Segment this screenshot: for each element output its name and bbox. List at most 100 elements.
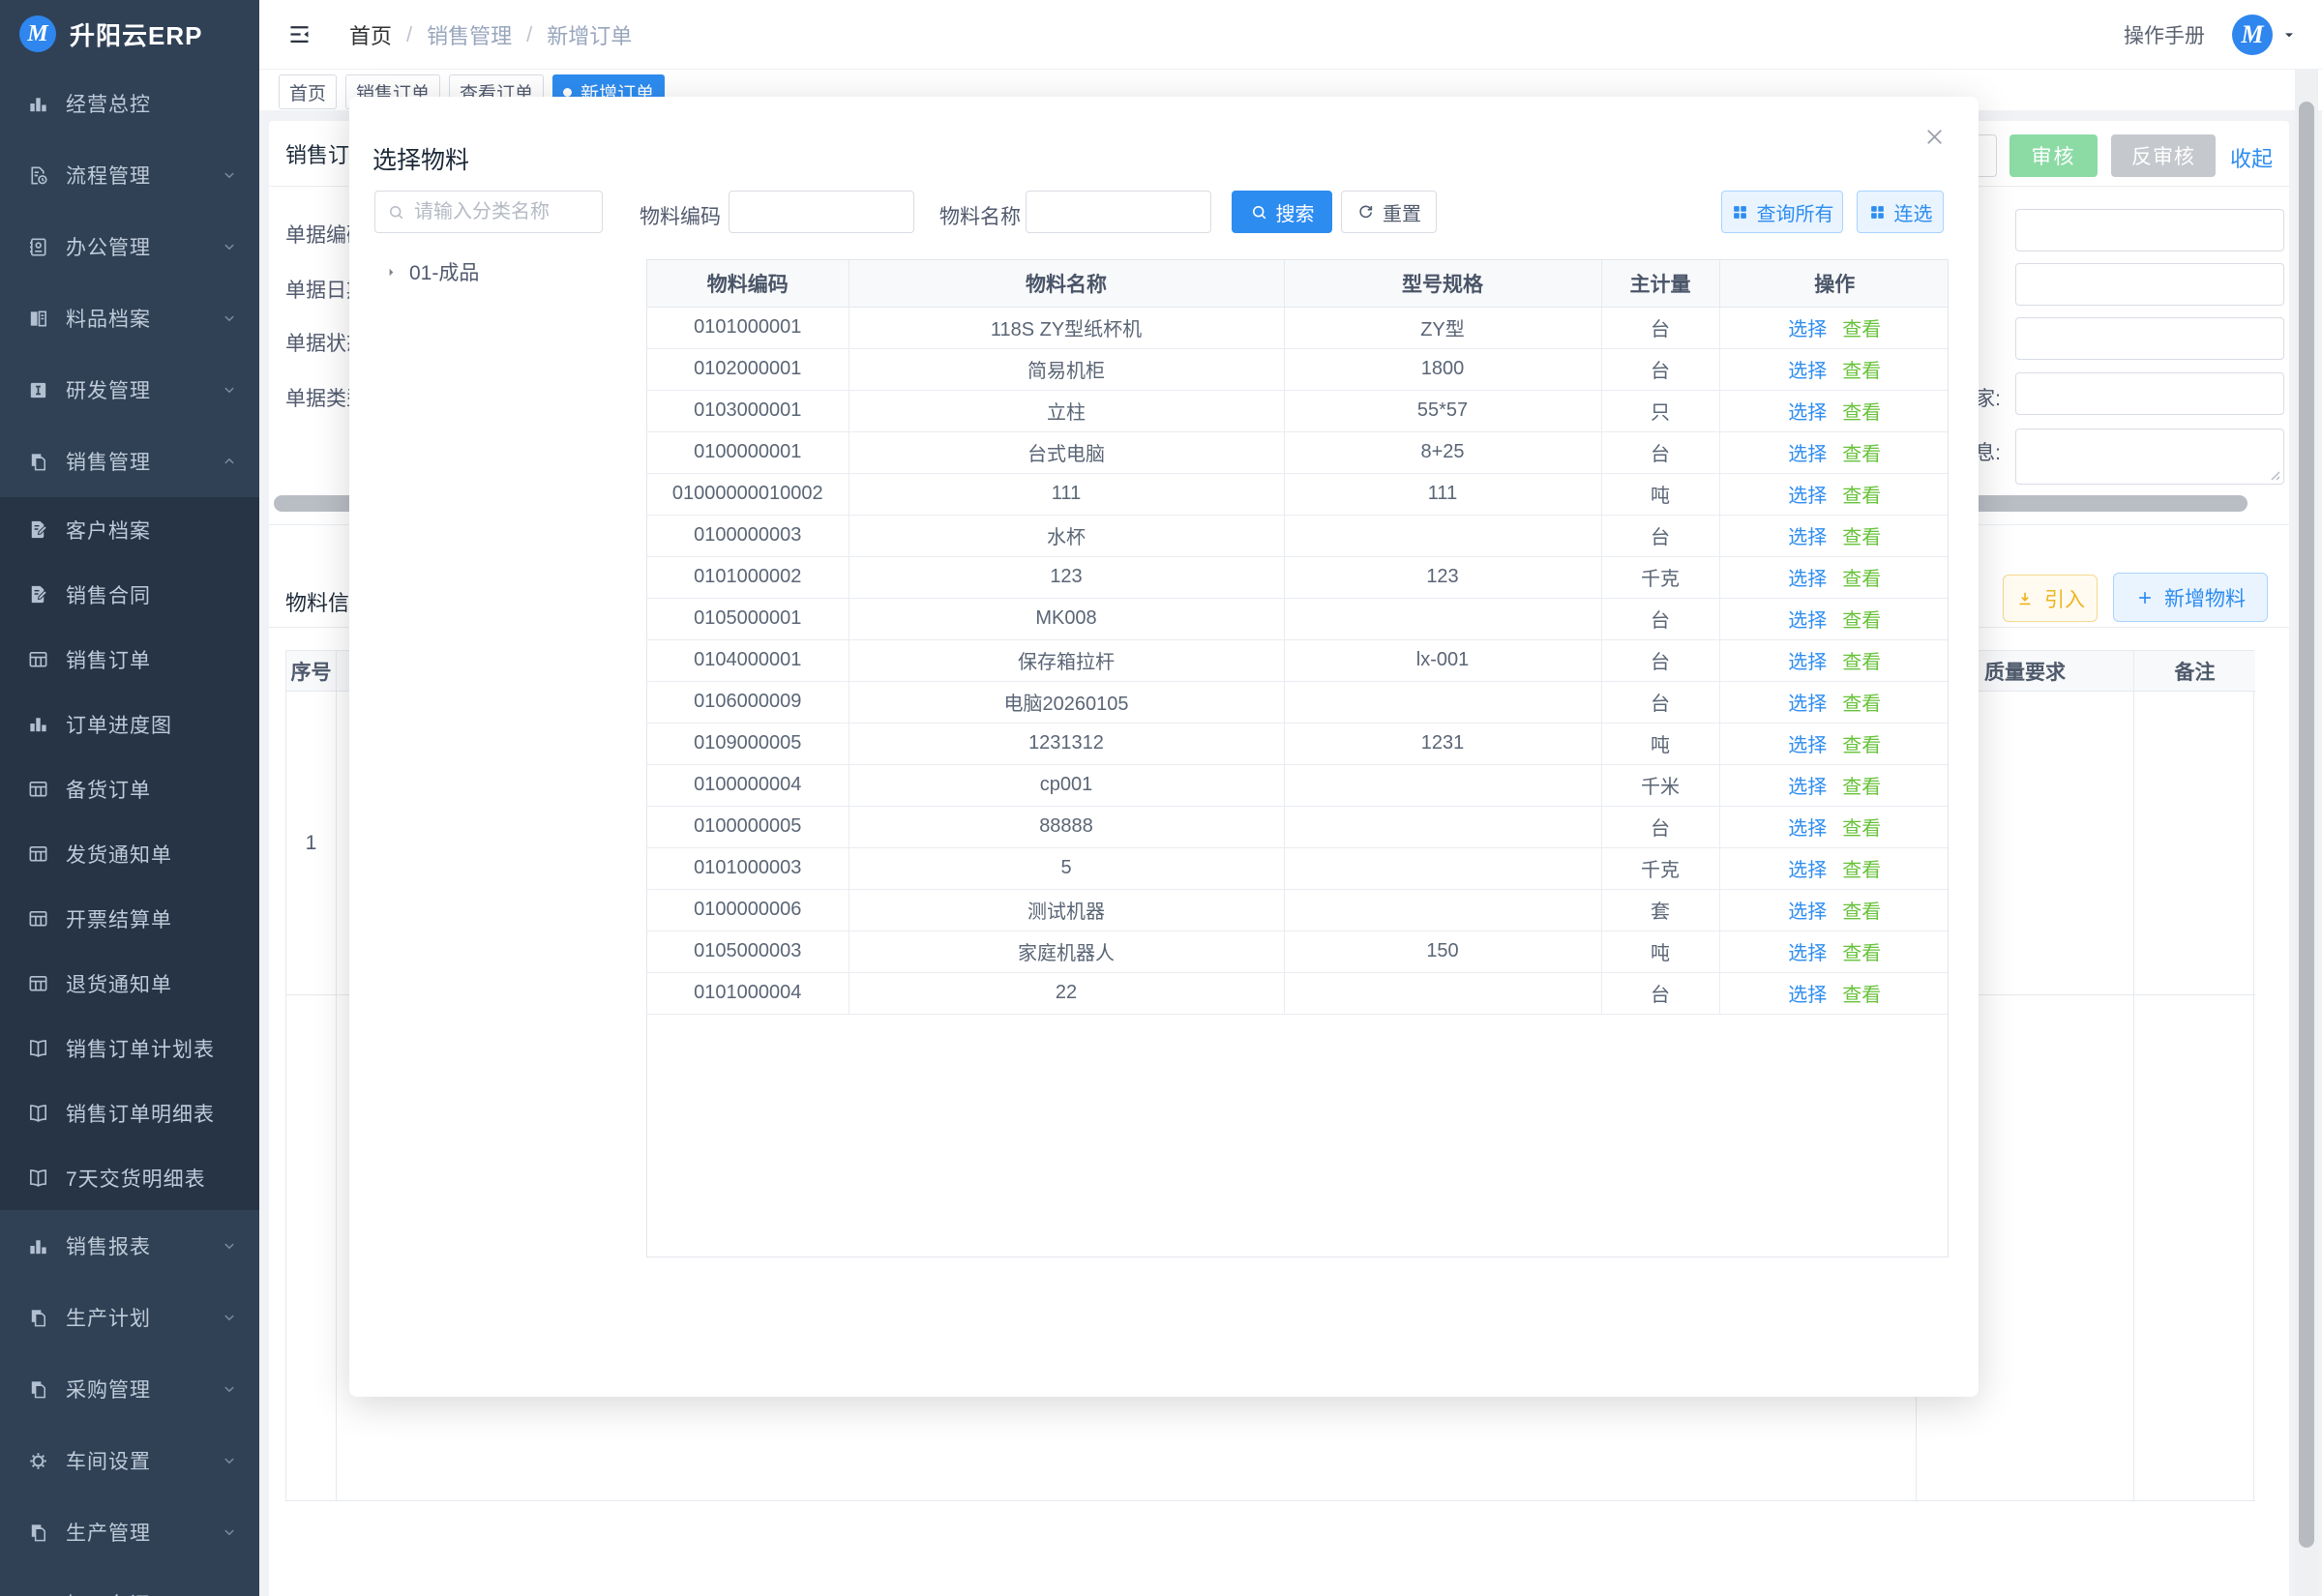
sidebar-item-加工车间[interactable]: 加工车间	[0, 1568, 259, 1596]
select-link[interactable]: 选择	[1788, 569, 1827, 590]
select-link[interactable]: 选择	[1788, 985, 1827, 1006]
material-spec-cell: 55*57	[1284, 390, 1601, 431]
select-link[interactable]: 选择	[1788, 694, 1827, 715]
select-link[interactable]: 选择	[1788, 818, 1827, 840]
material-name-cell: MK008	[848, 598, 1284, 639]
view-link[interactable]: 查看	[1842, 361, 1881, 382]
select-link[interactable]: 选择	[1788, 777, 1827, 798]
reset-button[interactable]: 重置	[1341, 191, 1437, 233]
sidebar-item-生产管理[interactable]: 生产管理	[0, 1496, 259, 1568]
material-actions-cell: 选择查看	[1719, 889, 1949, 931]
view-link[interactable]: 查看	[1842, 610, 1881, 632]
select-link[interactable]: 选择	[1788, 860, 1827, 881]
query-all-button[interactable]: 查询所有	[1721, 191, 1843, 233]
view-link[interactable]: 查看	[1842, 652, 1881, 673]
view-link[interactable]: 查看	[1842, 860, 1881, 881]
resize-grip-icon[interactable]	[2267, 467, 2280, 481]
select-link[interactable]: 选择	[1788, 610, 1827, 632]
order-field-input-3[interactable]	[2015, 317, 2284, 360]
sidebar-item-备货订单[interactable]: 备货订单	[0, 756, 259, 821]
column-header-型号规格: 型号规格	[1284, 260, 1601, 307]
breadcrumb-home[interactable]: 首页	[349, 19, 392, 50]
breadcrumb-separator: /	[406, 22, 412, 47]
filter-code-input[interactable]	[729, 191, 914, 233]
sidebar-item-销售订单计划表[interactable]: 销售订单计划表	[0, 1016, 259, 1080]
select-link[interactable]: 选择	[1788, 735, 1827, 756]
multi-select-button[interactable]: 连选	[1857, 191, 1944, 233]
sidebar-item-销售管理[interactable]: 销售管理	[0, 426, 259, 497]
select-link[interactable]: 选择	[1788, 527, 1827, 548]
sidebar-item-办公管理[interactable]: 办公管理	[0, 211, 259, 282]
material-spec-cell: 1800	[1284, 348, 1601, 390]
select-link[interactable]: 选择	[1788, 402, 1827, 424]
sidebar-item-销售合同[interactable]: 销售合同	[0, 562, 259, 627]
sidebar-item-销售订单[interactable]: 销售订单	[0, 627, 259, 692]
view-link[interactable]: 查看	[1842, 569, 1881, 590]
sidebar-item-经营总控[interactable]: 经营总控	[0, 68, 259, 139]
grid-icon	[1731, 203, 1749, 222]
breadcrumb-sales[interactable]: 销售管理	[427, 19, 512, 50]
sidebar-item-客户档案[interactable]: 客户档案	[0, 497, 259, 562]
collapse-link[interactable]: 收起	[2230, 142, 2273, 173]
search-button[interactable]: 搜索	[1232, 191, 1332, 233]
sidebar-item-采购管理[interactable]: 采购管理	[0, 1353, 259, 1425]
view-link[interactable]: 查看	[1842, 694, 1881, 715]
menu-fold-icon[interactable]	[286, 21, 313, 47]
sidebar-item-生产计划[interactable]: 生产计划	[0, 1282, 259, 1353]
material-unit-cell: 吨	[1601, 723, 1719, 764]
unaudit-button[interactable]: 反审核	[2111, 134, 2216, 177]
sidebar-item-车间设置[interactable]: 车间设置	[0, 1425, 259, 1496]
sidebar-item-开票结算单[interactable]: 开票结算单	[0, 886, 259, 951]
vertical-scrollbar-thumb[interactable]	[2299, 102, 2314, 1548]
select-link[interactable]: 选择	[1788, 444, 1827, 465]
order-field-input-4[interactable]	[2015, 372, 2284, 415]
column-header-操作: 操作	[1719, 260, 1949, 307]
sidebar-item-流程管理[interactable]: 流程管理	[0, 139, 259, 211]
view-link[interactable]: 查看	[1842, 943, 1881, 964]
view-link[interactable]: 查看	[1842, 901, 1881, 923]
select-link[interactable]: 选择	[1788, 652, 1827, 673]
select-link[interactable]: 选择	[1788, 486, 1827, 507]
material-name-cell: 111	[848, 473, 1284, 515]
sidebar-item-销售订单明细表[interactable]: 销售订单明细表	[0, 1080, 259, 1145]
filter-name-input[interactable]	[1026, 191, 1211, 233]
view-link[interactable]: 查看	[1842, 402, 1881, 424]
select-link[interactable]: 选择	[1788, 361, 1827, 382]
sidebar-item-销售报表[interactable]: 销售报表	[0, 1210, 259, 1282]
sidebar-item-7天交货明细表[interactable]: 7天交货明细表	[0, 1145, 259, 1210]
order-remark-textarea[interactable]	[2015, 429, 2284, 485]
category-search-input[interactable]	[414, 201, 588, 223]
caret-down-icon[interactable]	[2281, 27, 2297, 43]
select-link[interactable]: 选择	[1788, 901, 1827, 923]
view-link[interactable]: 查看	[1842, 818, 1881, 840]
manual-link[interactable]: 操作手册	[2124, 20, 2205, 49]
order-field-input-2[interactable]	[2015, 263, 2284, 306]
tree-node-finished-goods[interactable]: 01-成品	[384, 257, 479, 286]
add-material-button[interactable]: 新增物料	[2113, 573, 2268, 622]
select-link[interactable]: 选择	[1788, 943, 1827, 964]
view-link[interactable]: 查看	[1842, 444, 1881, 465]
sidebar-item-退货通知单[interactable]: 退货通知单	[0, 951, 259, 1016]
view-link[interactable]: 查看	[1842, 486, 1881, 507]
material-actions-cell: 选择查看	[1719, 390, 1949, 431]
sidebar-item-料品档案[interactable]: 料品档案	[0, 282, 259, 354]
sidebar-item-发货通知单[interactable]: 发货通知单	[0, 821, 259, 886]
avatar[interactable]: M	[2232, 15, 2273, 55]
material-code-cell: 0104000001	[647, 639, 848, 681]
select-link[interactable]: 选择	[1788, 319, 1827, 340]
tab-首页[interactable]: 首页	[279, 74, 337, 109]
import-button[interactable]: 引入	[2003, 575, 2098, 622]
chart-icon	[27, 93, 49, 115]
view-link[interactable]: 查看	[1842, 735, 1881, 756]
sidebar-item-研发管理[interactable]: 研发管理	[0, 354, 259, 426]
view-link[interactable]: 查看	[1842, 777, 1881, 798]
audit-button[interactable]: 审核	[2009, 134, 2098, 177]
order-field-input-1[interactable]	[2015, 209, 2284, 251]
view-link[interactable]: 查看	[1842, 985, 1881, 1006]
close-icon[interactable]	[1921, 124, 1948, 150]
hidden-action-button[interactable]	[1976, 134, 1997, 177]
view-link[interactable]: 查看	[1842, 319, 1881, 340]
material-spec-cell: 150	[1284, 931, 1601, 972]
view-link[interactable]: 查看	[1842, 527, 1881, 548]
sidebar-item-订单进度图[interactable]: 订单进度图	[0, 692, 259, 756]
